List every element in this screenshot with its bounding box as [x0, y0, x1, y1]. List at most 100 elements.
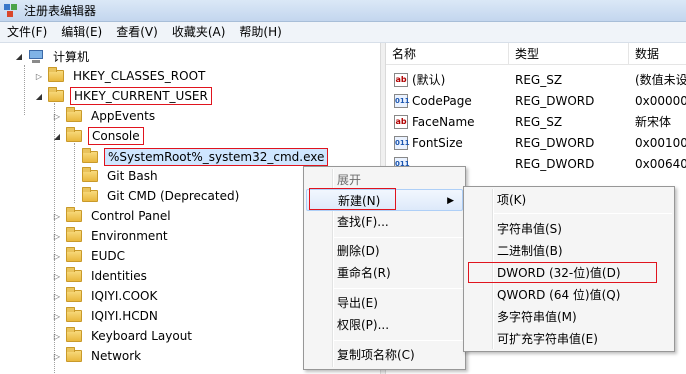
expand-icon[interactable]: ▷	[34, 71, 44, 81]
value-name: FaceName	[412, 114, 475, 129]
value-name: CodePage	[412, 93, 472, 108]
folder-icon	[66, 247, 82, 262]
tree-label: Console	[88, 127, 144, 145]
menu-item-rename[interactable]: 重命名(R)	[306, 262, 463, 284]
tree-item-cmd[interactable]: %SystemRoot%_system32_cmd.exe	[82, 147, 329, 167]
submenu-item-key[interactable]: 项(K)	[466, 189, 672, 211]
expand-icon[interactable]: ▷	[52, 231, 62, 241]
tree-item-control-panel[interactable]: ▷ Control Panel	[52, 206, 174, 226]
collapse-icon[interactable]: ◢	[34, 91, 44, 101]
folder-icon	[66, 347, 82, 362]
folder-icon	[48, 67, 64, 82]
string-value-icon: ab	[394, 114, 408, 129]
regedit-icon	[4, 3, 19, 18]
tree-label: HKEY_CURRENT_USER	[70, 87, 212, 105]
string-value-icon: ab	[394, 72, 408, 87]
menu-item-new-label: 新建(N)	[338, 194, 381, 208]
menu-item-delete[interactable]: 删除(D)	[306, 240, 463, 262]
menu-favorites[interactable]: 收藏夹(A)	[165, 22, 233, 43]
menu-item-new[interactable]: 新建(N) ▶	[306, 189, 463, 211]
value-data: 新宋体	[635, 115, 672, 129]
folder-icon	[82, 167, 98, 182]
tree-label: AppEvents	[91, 109, 156, 123]
submenu-arrow-icon: ▶	[447, 196, 454, 206]
tree-item-iqiyi-cook[interactable]: ▷ IQIYI.COOK	[52, 286, 160, 306]
value-row[interactable]: 011 CodePage REG_DWORD 0x000003	[386, 90, 686, 111]
menu-help[interactable]: 帮助(H)	[232, 22, 288, 43]
new-submenu: 项(K) 字符串值(S) 二进制值(B) DWORD (32-位)值(D) QW…	[463, 186, 675, 352]
tree-label: Git Bash	[107, 169, 158, 183]
value-name: FontSize	[412, 135, 463, 150]
value-type: REG_SZ	[515, 114, 563, 129]
tree-label: %SystemRoot%_system32_cmd.exe	[104, 148, 329, 166]
column-header-data[interactable]: 数据	[629, 43, 686, 65]
folder-icon	[66, 307, 82, 322]
submenu-item-binary-value[interactable]: 二进制值(B)	[466, 240, 672, 262]
submenu-item-string-value[interactable]: 字符串值(S)	[466, 218, 672, 240]
context-menu: 展开 新建(N) ▶ 查找(F)... 删除(D) 重命名(R) 导出(E) 权…	[303, 166, 466, 370]
submenu-item-qword-value[interactable]: QWORD (64 位)值(Q)	[466, 284, 672, 306]
expand-icon[interactable]: ▷	[52, 331, 62, 341]
tree-item-hkcu[interactable]: ◢ HKEY_CURRENT_USER	[34, 86, 212, 106]
tree-item-identities[interactable]: ▷ Identities	[52, 266, 150, 286]
tree-root[interactable]: ◢ 计算机	[14, 46, 92, 66]
menu-bar: 文件(F) 编辑(E) 查看(V) 收藏夹(A) 帮助(H)	[0, 22, 686, 43]
column-header-type[interactable]: 类型	[509, 43, 629, 65]
expand-icon[interactable]: ▷	[52, 291, 62, 301]
tree-item-iqiyi-hcdn[interactable]: ▷ IQIYI.HCDN	[52, 306, 161, 326]
tree-label: HKEY_CLASSES_ROOT	[73, 69, 206, 83]
tree-item-git-bash[interactable]: Git Bash	[82, 166, 161, 186]
folder-icon	[66, 287, 82, 302]
tree-item-environment[interactable]: ▷ Environment	[52, 226, 171, 246]
submenu-item-expandable-string-value[interactable]: 可扩充字符串值(E)	[466, 328, 672, 350]
value-data: 0x001000	[635, 135, 686, 150]
tree-label: IQIYI.COOK	[91, 289, 158, 303]
folder-icon	[82, 187, 98, 202]
expand-icon[interactable]: ▷	[52, 111, 62, 121]
collapse-icon[interactable]: ◢	[14, 51, 24, 61]
tree-item-git-cmd[interactable]: Git CMD (Deprecated)	[82, 186, 242, 206]
value-type: REG_DWORD	[515, 135, 595, 150]
value-row[interactable]: ab FaceName REG_SZ 新宋体	[386, 111, 686, 132]
tree-label: Environment	[91, 229, 168, 243]
window-title: 注册表编辑器	[24, 4, 97, 18]
collapse-icon[interactable]: ◢	[52, 131, 62, 141]
tree-item-keyboard-layout[interactable]: ▷ Keyboard Layout	[52, 326, 195, 346]
dword-value-icon: 011	[394, 135, 410, 150]
tree-item-console[interactable]: ◢ Console	[52, 126, 144, 146]
expand-icon[interactable]: ▷	[52, 311, 62, 321]
menu-view[interactable]: 查看(V)	[109, 22, 165, 43]
value-row[interactable]: 011 FontSize REG_DWORD 0x001000	[386, 132, 686, 153]
tree-label: Identities	[91, 269, 147, 283]
menu-file[interactable]: 文件(F)	[0, 22, 54, 43]
value-data: 0x006400	[635, 156, 686, 171]
menu-edit[interactable]: 编辑(E)	[54, 22, 109, 43]
submenu-item-dword-value[interactable]: DWORD (32-位)值(D)	[466, 262, 672, 284]
value-name: (默认)	[412, 73, 446, 87]
menu-item-permissions[interactable]: 权限(P)...	[306, 314, 463, 336]
folder-icon	[66, 207, 82, 222]
expand-icon[interactable]: ▷	[52, 211, 62, 221]
folder-icon	[66, 127, 82, 142]
menu-item-find[interactable]: 查找(F)...	[306, 211, 463, 233]
value-row[interactable]: ab (默认) REG_SZ (数值未设	[386, 69, 686, 90]
column-header-name[interactable]: 名称	[386, 43, 509, 65]
expand-icon[interactable]: ▷	[52, 251, 62, 261]
menu-item-copy-key-name[interactable]: 复制项名称(C)	[306, 344, 463, 366]
tree-item-hkcr[interactable]: ▷ HKEY_CLASSES_ROOT	[34, 66, 208, 86]
folder-icon	[66, 227, 82, 242]
submenu-item-multi-string-value[interactable]: 多字符串值(M)	[466, 306, 672, 328]
tree-item-eudc[interactable]: ▷ EUDC	[52, 246, 128, 266]
value-type: REG_DWORD	[515, 156, 595, 171]
expand-icon[interactable]: ▷	[52, 351, 62, 361]
folder-icon	[82, 148, 98, 163]
tree-item-appevents[interactable]: ▷ AppEvents	[52, 106, 158, 126]
tree-label: Network	[91, 349, 142, 363]
tree-item-network[interactable]: ▷ Network	[52, 346, 144, 366]
folder-icon	[66, 267, 82, 282]
value-type: REG_DWORD	[515, 93, 595, 108]
tree-label: EUDC	[91, 249, 125, 263]
menu-item-export[interactable]: 导出(E)	[306, 292, 463, 314]
expand-icon[interactable]: ▷	[52, 271, 62, 281]
menu-item-expand[interactable]: 展开	[306, 169, 463, 191]
